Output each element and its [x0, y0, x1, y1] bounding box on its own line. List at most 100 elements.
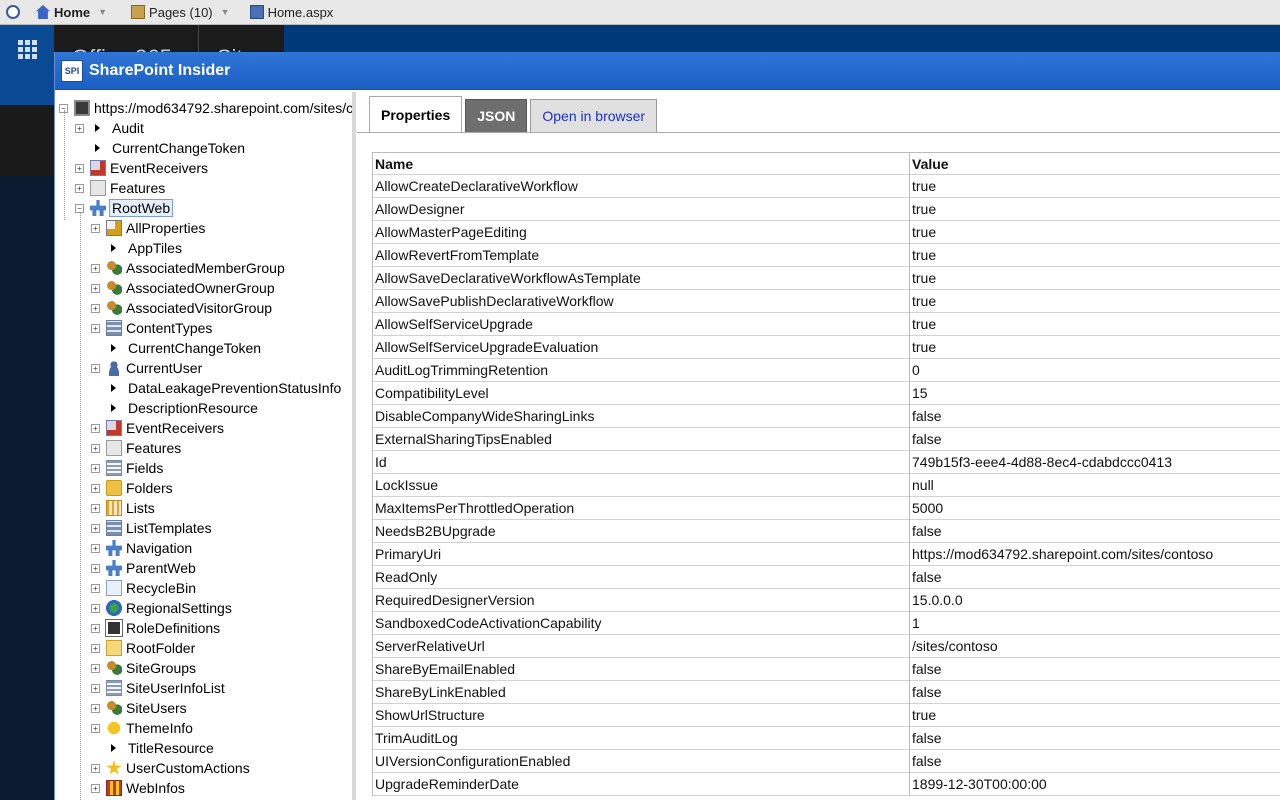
table-row[interactable]: ServerRelativeUrl/sites/contoso	[373, 634, 1280, 658]
tree-node[interactable]: + Features	[75, 178, 165, 198]
table-row[interactable]: AllowSelfServiceUpgradeEvaluation true	[373, 335, 1280, 359]
expand-toggle[interactable]: +	[91, 423, 100, 433]
table-row[interactable]: ReadOnly false	[373, 565, 1280, 589]
tree-node[interactable]: + AssociatedOwnerGroup	[91, 278, 275, 298]
tree-node[interactable]: − RootWeb	[75, 198, 174, 218]
expand-toggle[interactable]: +	[91, 503, 100, 513]
table-row[interactable]: UpgradeReminderDate 1899-12-30T00:00:00	[373, 772, 1280, 796]
tab-json[interactable]: JSON	[465, 99, 528, 132]
tree-node[interactable]: + Lists	[91, 498, 155, 518]
tree-node[interactable]: + RootFolder	[91, 638, 195, 658]
expand-toggle[interactable]: +	[75, 183, 84, 193]
tree-node[interactable]: + WebInfos	[91, 778, 185, 798]
expand-toggle[interactable]: +	[91, 483, 100, 493]
tree-root[interactable]: − https://mod634792.sharepoint.com/sites/…	[59, 98, 353, 118]
table-row[interactable]: UIVersionConfigurationEnabled false	[373, 749, 1280, 773]
expand-toggle[interactable]: +	[91, 603, 100, 613]
tree-node[interactable]: + RoleDefinitions	[91, 618, 220, 638]
chevron-down-icon[interactable]: ▼	[98, 7, 107, 17]
expand-toggle[interactable]: +	[91, 523, 100, 533]
tree-node[interactable]: + Navigation	[91, 538, 192, 558]
home-menu[interactable]: Home ▼	[30, 0, 113, 25]
pages-menu[interactable]: Pages (10) ▼	[125, 0, 236, 25]
tab-properties[interactable]: Properties	[369, 96, 463, 132]
expand-toggle[interactable]: +	[91, 543, 100, 553]
tree-node[interactable]: + CurrentUser	[91, 358, 202, 378]
table-row[interactable]: MaxItemsPerThrottledOperation 5000	[373, 496, 1280, 520]
column-header-name[interactable]: Name	[373, 152, 910, 175]
table-row[interactable]: AllowDesigner true	[373, 197, 1280, 221]
expand-toggle[interactable]: +	[91, 303, 100, 313]
table-row[interactable]: ShareByEmailEnabled false	[373, 657, 1280, 681]
table-row[interactable]: AuditLogTrimmingRetention 0	[373, 358, 1280, 382]
expand-toggle[interactable]: +	[91, 763, 100, 773]
tree-node[interactable]: CurrentChangeToken	[91, 338, 261, 358]
window-title-bar[interactable]: SPI SharePoint Insider	[55, 52, 1280, 90]
tree-node[interactable]: + ThemeInfo	[91, 718, 193, 738]
table-row[interactable]: CompatibilityLevel 15	[373, 381, 1280, 405]
table-row[interactable]: ExternalSharingTipsEnabled false	[373, 427, 1280, 451]
table-row[interactable]: NeedsB2BUpgrade false	[373, 519, 1280, 543]
expand-toggle[interactable]: +	[91, 323, 100, 333]
table-row[interactable]: AllowSaveDeclarativeWorkflowAsTemplate tr…	[373, 266, 1280, 290]
expand-toggle[interactable]: +	[91, 443, 100, 453]
table-row[interactable]: AllowSavePublishDeclarativeWorkflow true	[373, 289, 1280, 313]
expand-toggle[interactable]: +	[91, 263, 100, 273]
tree-node[interactable]: AppTiles	[91, 238, 182, 258]
tree-node[interactable]: + SiteUsers	[91, 698, 187, 718]
chevron-down-icon[interactable]: ▼	[221, 7, 230, 17]
table-row[interactable]: LockIssue null	[373, 473, 1280, 497]
tree-node[interactable]: + EventReceivers	[75, 158, 208, 178]
tree-scrollbar[interactable]	[352, 92, 356, 800]
table-row[interactable]: AllowCreateDeclarativeWorkflow true	[373, 174, 1280, 198]
table-row[interactable]: DisableCompanyWideSharingLinks false	[373, 404, 1280, 428]
collapse-toggle[interactable]: −	[75, 203, 84, 213]
expand-toggle[interactable]: +	[91, 283, 100, 293]
expand-toggle[interactable]: +	[91, 623, 100, 633]
app-menu[interactable]	[0, 0, 30, 25]
tree-node[interactable]: TitleResource	[91, 738, 214, 758]
tree-node[interactable]: + SiteGroups	[91, 658, 196, 678]
tree-node[interactable]: + ContentTypes	[91, 318, 212, 338]
tree-node[interactable]: + ParentWeb	[91, 558, 196, 578]
table-row[interactable]: AllowSelfServiceUpgrade true	[373, 312, 1280, 336]
tree-node[interactable]: CurrentChangeToken	[75, 138, 245, 158]
tree-node[interactable]: DataLeakagePreventionStatusInfo	[91, 378, 341, 398]
tree-node[interactable]: + AssociatedVisitorGroup	[91, 298, 272, 318]
expand-toggle[interactable]: +	[91, 363, 100, 373]
table-row[interactable]: RequiredDesignerVersion 15.0.0.0	[373, 588, 1280, 612]
tree-node[interactable]: + Audit	[75, 118, 144, 138]
table-row[interactable]: ShareByLinkEnabled false	[373, 680, 1280, 704]
expand-toggle[interactable]: +	[75, 123, 84, 133]
expand-toggle[interactable]: +	[91, 683, 100, 693]
tab-open-in-browser[interactable]: Open in browser	[530, 99, 658, 132]
expand-toggle[interactable]: +	[91, 723, 100, 733]
table-row[interactable]: PrimaryUri https://mod634792.sharepoint.c…	[373, 542, 1280, 566]
tree-node[interactable]: + Folders	[91, 478, 173, 498]
tree-node[interactable]: + RecycleBin	[91, 578, 196, 598]
expand-toggle[interactable]: +	[91, 703, 100, 713]
table-row[interactable]: TrimAuditLog false	[373, 726, 1280, 750]
table-row[interactable]: AllowMasterPageEditing true	[373, 220, 1280, 244]
tree-node[interactable]: + Fields	[91, 458, 163, 478]
tree-node[interactable]: + EventReceivers	[91, 418, 224, 438]
tree-node[interactable]: + ListTemplates	[91, 518, 212, 538]
expand-toggle[interactable]: +	[91, 583, 100, 593]
expand-toggle[interactable]: +	[91, 663, 100, 673]
tree-node[interactable]: + Features	[91, 438, 181, 458]
tree-node[interactable]: + AssociatedMemberGroup	[91, 258, 285, 278]
table-row[interactable]: Id 749b15f3-eee4-4d88-8ec4-cdabdccc0413	[373, 450, 1280, 474]
table-row[interactable]: AllowRevertFromTemplate true	[373, 243, 1280, 267]
tree-node[interactable]: + UserCustomActions	[91, 758, 250, 778]
expand-toggle[interactable]: +	[91, 783, 100, 793]
expand-toggle[interactable]: +	[91, 223, 100, 233]
app-launcher-button[interactable]	[0, 25, 54, 73]
tree-node[interactable]: DescriptionResource	[91, 398, 258, 418]
tree-node[interactable]: + SiteUserInfoList	[91, 678, 225, 698]
tree-node[interactable]: + RegionalSettings	[91, 598, 232, 618]
expand-toggle[interactable]: +	[75, 163, 84, 173]
expand-toggle[interactable]: +	[91, 463, 100, 473]
tree-node[interactable]: + AllProperties	[91, 218, 205, 238]
expand-toggle[interactable]: +	[91, 643, 100, 653]
column-header-value[interactable]: Value	[910, 153, 949, 175]
